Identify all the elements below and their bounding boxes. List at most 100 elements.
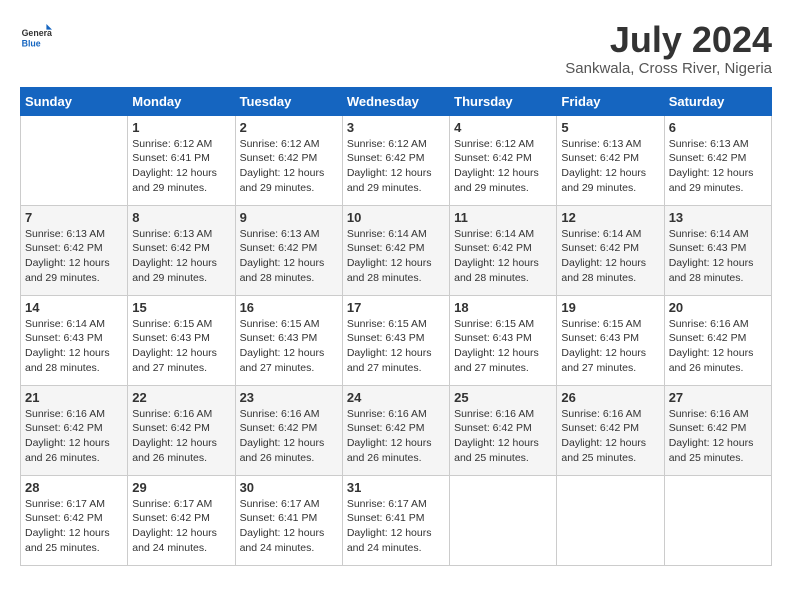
calendar-week-2: 7Sunrise: 6:13 AMSunset: 6:42 PMDaylight…: [21, 205, 772, 295]
day-number: 5: [561, 120, 659, 135]
day-info: Sunrise: 6:12 AMSunset: 6:42 PMDaylight:…: [454, 137, 552, 196]
calendar-cell: 31 Sunrise: 6:17 AMSunset: 6:41 PMDayligh…: [342, 475, 449, 565]
calendar-cell: 14 Sunrise: 6:14 AMSunset: 6:43 PMDayligh…: [21, 295, 128, 385]
day-info: Sunrise: 6:14 AMSunset: 6:43 PMDaylight:…: [25, 317, 123, 376]
day-info: Sunrise: 6:13 AMSunset: 6:42 PMDaylight:…: [669, 137, 767, 196]
calendar-cell: [664, 475, 771, 565]
day-info: Sunrise: 6:15 AMSunset: 6:43 PMDaylight:…: [454, 317, 552, 376]
weekday-header-friday: Friday: [557, 87, 664, 115]
day-info: Sunrise: 6:15 AMSunset: 6:43 PMDaylight:…: [240, 317, 338, 376]
day-info: Sunrise: 6:14 AMSunset: 6:42 PMDaylight:…: [347, 227, 445, 286]
day-number: 21: [25, 390, 123, 405]
location: Sankwala, Cross River, Nigeria: [565, 60, 772, 77]
calendar-cell: 24 Sunrise: 6:16 AMSunset: 6:42 PMDayligh…: [342, 385, 449, 475]
calendar-week-5: 28 Sunrise: 6:17 AMSunset: 6:42 PMDayligh…: [21, 475, 772, 565]
day-info: Sunrise: 6:17 AMSunset: 6:42 PMDaylight:…: [132, 497, 230, 556]
day-number: 9: [240, 210, 338, 225]
day-info: Sunrise: 6:16 AMSunset: 6:42 PMDaylight:…: [132, 407, 230, 466]
day-info: Sunrise: 6:16 AMSunset: 6:42 PMDaylight:…: [454, 407, 552, 466]
calendar-cell: 2 Sunrise: 6:12 AMSunset: 6:42 PMDaylight…: [235, 115, 342, 205]
day-info: Sunrise: 6:13 AMSunset: 6:42 PMDaylight:…: [240, 227, 338, 286]
day-number: 14: [25, 300, 123, 315]
weekday-header-wednesday: Wednesday: [342, 87, 449, 115]
calendar-cell: 22 Sunrise: 6:16 AMSunset: 6:42 PMDayligh…: [128, 385, 235, 475]
day-info: Sunrise: 6:15 AMSunset: 6:43 PMDaylight:…: [347, 317, 445, 376]
day-info: Sunrise: 6:16 AMSunset: 6:42 PMDaylight:…: [240, 407, 338, 466]
day-info: Sunrise: 6:17 AMSunset: 6:42 PMDaylight:…: [25, 497, 123, 556]
day-info: Sunrise: 6:16 AMSunset: 6:42 PMDaylight:…: [561, 407, 659, 466]
weekday-header-monday: Monday: [128, 87, 235, 115]
day-number: 22: [132, 390, 230, 405]
logo-icon: General Blue: [20, 20, 52, 52]
calendar-cell: 18 Sunrise: 6:15 AMSunset: 6:43 PMDayligh…: [450, 295, 557, 385]
day-number: 24: [347, 390, 445, 405]
day-info: Sunrise: 6:16 AMSunset: 6:42 PMDaylight:…: [669, 407, 767, 466]
calendar-week-1: 1 Sunrise: 6:12 AMSunset: 6:41 PMDaylight…: [21, 115, 772, 205]
calendar-cell: 27Sunrise: 6:16 AMSunset: 6:42 PMDayligh…: [664, 385, 771, 475]
calendar-cell: 3 Sunrise: 6:12 AMSunset: 6:42 PMDaylight…: [342, 115, 449, 205]
day-number: 17: [347, 300, 445, 315]
title-area: July 2024 Sankwala, Cross River, Nigeria: [565, 20, 772, 77]
calendar-cell: 28 Sunrise: 6:17 AMSunset: 6:42 PMDayligh…: [21, 475, 128, 565]
day-info: Sunrise: 6:15 AMSunset: 6:43 PMDaylight:…: [132, 317, 230, 376]
calendar-header-row: SundayMondayTuesdayWednesdayThursdayFrid…: [21, 87, 772, 115]
day-info: Sunrise: 6:15 AMSunset: 6:43 PMDaylight:…: [561, 317, 659, 376]
day-number: 1: [132, 120, 230, 135]
calendar-cell: 16Sunrise: 6:15 AMSunset: 6:43 PMDayligh…: [235, 295, 342, 385]
day-info: Sunrise: 6:14 AMSunset: 6:42 PMDaylight:…: [454, 227, 552, 286]
calendar-week-4: 21 Sunrise: 6:16 AMSunset: 6:42 PMDayligh…: [21, 385, 772, 475]
day-number: 19: [561, 300, 659, 315]
calendar-cell: [21, 115, 128, 205]
calendar-cell: 29 Sunrise: 6:17 AMSunset: 6:42 PMDayligh…: [128, 475, 235, 565]
day-number: 29: [132, 480, 230, 495]
calendar-cell: 19 Sunrise: 6:15 AMSunset: 6:43 PMDayligh…: [557, 295, 664, 385]
day-info: Sunrise: 6:12 AMSunset: 6:41 PMDaylight:…: [132, 137, 230, 196]
day-info: Sunrise: 6:13 AMSunset: 6:42 PMDaylight:…: [561, 137, 659, 196]
day-number: 30: [240, 480, 338, 495]
day-info: Sunrise: 6:17 AMSunset: 6:41 PMDaylight:…: [347, 497, 445, 556]
day-info: Sunrise: 6:17 AMSunset: 6:41 PMDaylight:…: [240, 497, 338, 556]
day-info: Sunrise: 6:13 AMSunset: 6:42 PMDaylight:…: [132, 227, 230, 286]
calendar-cell: 8 Sunrise: 6:13 AMSunset: 6:42 PMDaylight…: [128, 205, 235, 295]
calendar-cell: 9 Sunrise: 6:13 AMSunset: 6:42 PMDaylight…: [235, 205, 342, 295]
calendar-cell: 20 Sunrise: 6:16 AMSunset: 6:42 PMDayligh…: [664, 295, 771, 385]
day-number: 31: [347, 480, 445, 495]
day-info: Sunrise: 6:13 AMSunset: 6:42 PMDaylight:…: [25, 227, 123, 286]
day-number: 18: [454, 300, 552, 315]
logo: General Blue: [20, 20, 52, 52]
day-number: 2: [240, 120, 338, 135]
month-title: July 2024: [565, 20, 772, 60]
day-number: 10: [347, 210, 445, 225]
day-number: 25: [454, 390, 552, 405]
weekday-header-saturday: Saturday: [664, 87, 771, 115]
calendar-cell: 17 Sunrise: 6:15 AMSunset: 6:43 PMDayligh…: [342, 295, 449, 385]
day-info: Sunrise: 6:16 AMSunset: 6:42 PMDaylight:…: [25, 407, 123, 466]
calendar-cell: 12 Sunrise: 6:14 AMSunset: 6:42 PMDayligh…: [557, 205, 664, 295]
calendar-week-3: 14 Sunrise: 6:14 AMSunset: 6:43 PMDayligh…: [21, 295, 772, 385]
day-number: 11: [454, 210, 552, 225]
calendar-cell: 21 Sunrise: 6:16 AMSunset: 6:42 PMDayligh…: [21, 385, 128, 475]
day-number: 28: [25, 480, 123, 495]
calendar-body: 1 Sunrise: 6:12 AMSunset: 6:41 PMDaylight…: [21, 115, 772, 565]
calendar-cell: 26Sunrise: 6:16 AMSunset: 6:42 PMDayligh…: [557, 385, 664, 475]
day-number: 13: [669, 210, 767, 225]
day-number: 12: [561, 210, 659, 225]
calendar-table: SundayMondayTuesdayWednesdayThursdayFrid…: [20, 87, 772, 566]
day-info: Sunrise: 6:16 AMSunset: 6:42 PMDaylight:…: [669, 317, 767, 376]
calendar-cell: 6 Sunrise: 6:13 AMSunset: 6:42 PMDaylight…: [664, 115, 771, 205]
calendar-cell: 15 Sunrise: 6:15 AMSunset: 6:43 PMDayligh…: [128, 295, 235, 385]
day-number: 6: [669, 120, 767, 135]
day-number: 3: [347, 120, 445, 135]
calendar-cell: 23Sunrise: 6:16 AMSunset: 6:42 PMDayligh…: [235, 385, 342, 475]
day-info: Sunrise: 6:16 AMSunset: 6:42 PMDaylight:…: [347, 407, 445, 466]
weekday-header-tuesday: Tuesday: [235, 87, 342, 115]
weekday-header-thursday: Thursday: [450, 87, 557, 115]
day-number: 15: [132, 300, 230, 315]
calendar-cell: 5 Sunrise: 6:13 AMSunset: 6:42 PMDaylight…: [557, 115, 664, 205]
day-info: Sunrise: 6:12 AMSunset: 6:42 PMDaylight:…: [347, 137, 445, 196]
day-info: Sunrise: 6:12 AMSunset: 6:42 PMDaylight:…: [240, 137, 338, 196]
calendar-cell: 10 Sunrise: 6:14 AMSunset: 6:42 PMDayligh…: [342, 205, 449, 295]
day-number: 8: [132, 210, 230, 225]
day-info: Sunrise: 6:14 AMSunset: 6:42 PMDaylight:…: [561, 227, 659, 286]
day-number: 20: [669, 300, 767, 315]
